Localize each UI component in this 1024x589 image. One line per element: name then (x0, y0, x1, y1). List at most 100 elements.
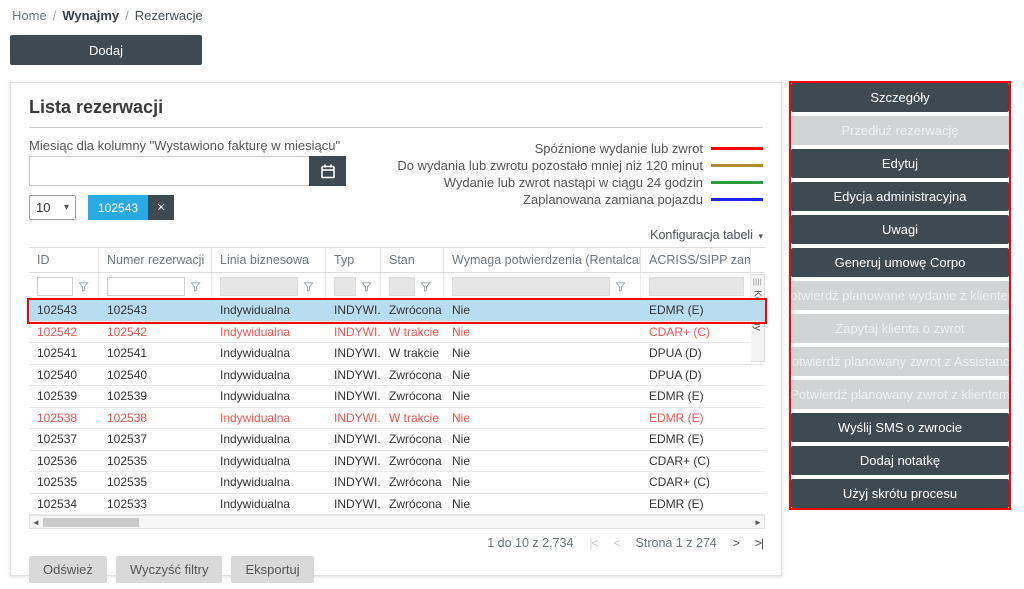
table-row[interactable]: 102543102543IndywidualnaINDYWI...Zwrócon… (29, 300, 765, 322)
table-cell-typ: INDYWI... (326, 386, 381, 407)
table-row[interactable]: 102537102537IndywidualnaINDYWI...Zwrócon… (29, 429, 765, 451)
filter-tag-value: 102543 (88, 195, 148, 220)
column-filter-input[interactable] (37, 277, 73, 296)
table-row[interactable]: 102534102533IndywidualnaINDYWI...Zwrócon… (29, 494, 765, 516)
table-cell-typ: INDYWI... (326, 322, 381, 343)
action-button[interactable]: Wyślij SMS o zwrocie (791, 413, 1009, 442)
export-button[interactable]: Eksportuj (231, 556, 313, 583)
scroll-left-icon[interactable]: ◄ (30, 518, 42, 527)
filter-funnel-icon[interactable] (78, 281, 89, 292)
range-text: 1 do 10 z 2,734 (487, 536, 573, 550)
table-cell-typ: INDYWI... (326, 343, 381, 364)
reservations-panel: Lista rezerwacji Miesiąc dla kolumny "Wy… (10, 82, 782, 576)
table-cell-acriss: DPUA (D) (641, 365, 751, 386)
month-filter-input[interactable] (29, 156, 309, 186)
column-filter-input[interactable] (107, 277, 185, 296)
filter-funnel-icon[interactable] (361, 281, 372, 292)
legend-color-line (711, 164, 763, 167)
filter-funnel-icon[interactable] (420, 281, 431, 292)
add-button[interactable]: Dodaj (10, 35, 202, 65)
horizontal-scrollbar[interactable]: ◄ ► (29, 515, 765, 529)
prev-page-button[interactable]: < (614, 536, 620, 550)
column-header[interactable]: Wymaga potwierdzenia (Rentalcars) (444, 248, 641, 272)
filter-cell (381, 273, 444, 299)
table-header-row: IDNumer rezerwacjiLinia biznesowaTypStan… (29, 247, 765, 273)
table-cell-acriss: EDMR (E) (641, 300, 751, 321)
table-row[interactable]: 102535102535IndywidualnaINDYWI...Zwrócon… (29, 472, 765, 494)
column-filter-input (220, 277, 298, 296)
page-title: Lista rezerwacji (29, 97, 763, 118)
table-config-row: Konfiguracja tabeli ▾ (29, 228, 763, 242)
action-button[interactable]: Dodaj notatkę (791, 446, 1009, 475)
legend-color-line (711, 181, 763, 184)
table-row[interactable]: 102540102540IndywidualnaINDYWI...Zwrócon… (29, 365, 765, 387)
filter-funnel-icon[interactable] (190, 281, 201, 292)
table-cell-wymaga: Nie (444, 429, 641, 450)
legend-item: Spóźnione wydanie lub zwrot (397, 140, 763, 157)
table-cell-acriss: CDAR+ (C) (641, 322, 751, 343)
table-cell-wymaga: Nie (444, 472, 641, 493)
legend-item: Do wydania lub zwrotu pozostało mniej ni… (397, 157, 763, 174)
table-cell-linia: Indywidualna (212, 343, 326, 364)
refresh-button[interactable]: Odśwież (29, 556, 107, 583)
column-header[interactable]: Stan (381, 248, 444, 272)
table-cell-numer: 102537 (99, 429, 212, 450)
column-header[interactable]: ACRISS/SIPP zamawiany (641, 248, 751, 272)
calendar-button[interactable] (309, 156, 346, 186)
filter-funnel-icon[interactable] (615, 281, 626, 292)
table-cell-wymaga: Nie (444, 386, 641, 407)
breadcrumb-wynajmy[interactable]: Wynajmy (62, 8, 119, 23)
table-row[interactable]: 102541102541IndywidualnaINDYWI...W trakc… (29, 343, 765, 365)
table-cell-typ: INDYWI... (326, 300, 381, 321)
action-button: Potwierdź planowany zwrot z klientem (791, 380, 1009, 409)
table-cell-id: 102540 (29, 365, 99, 386)
table-cell-numer: 102539 (99, 386, 212, 407)
table-cell-acriss: EDMR (E) (641, 494, 751, 515)
remove-filter-button[interactable]: ✕ (148, 195, 174, 220)
column-filter-input (389, 277, 415, 296)
legend-item: Wydanie lub zwrot nastąpi w ciągu 24 god… (397, 174, 763, 191)
scrollbar-thumb[interactable] (43, 518, 139, 527)
column-header[interactable]: Linia biznesowa (212, 248, 326, 272)
table-cell-stan: Zwrócona (381, 494, 444, 515)
column-header[interactable]: Typ (326, 248, 381, 272)
next-page-button[interactable]: > (733, 536, 739, 550)
table-row[interactable]: 102542102542IndywidualnaINDYWI...W trakc… (29, 322, 765, 344)
table-cell-stan: Zwrócona (381, 451, 444, 472)
table-cell-wymaga: Nie (444, 451, 641, 472)
table-cell-wymaga: Nie (444, 408, 641, 429)
clear-filters-button[interactable]: Wyczyść filtry (116, 556, 223, 583)
table-cell-typ: INDYWI... (326, 429, 381, 450)
column-filter-input (452, 277, 610, 296)
filter-funnel-icon[interactable] (303, 281, 314, 292)
table-config-link[interactable]: Konfiguracja tabeli ▾ (650, 228, 763, 242)
column-header[interactable]: Numer rezerwacji (99, 248, 212, 272)
table-cell-typ: INDYWI... (326, 365, 381, 386)
scroll-right-icon[interactable]: ► (752, 518, 764, 527)
action-button[interactable]: Uwagi (791, 215, 1009, 244)
page-indicator: Strona 1 z 274 (636, 536, 717, 550)
table-row[interactable]: 102539102539IndywidualnaINDYWI...Zwrócon… (29, 386, 765, 408)
breadcrumb-home[interactable]: Home (12, 8, 47, 23)
filter-and-legend-row: Miesiąc dla kolumny "Wystawiono fakturę … (29, 128, 763, 220)
last-page-button[interactable]: >| (755, 536, 763, 550)
table-cell-stan: Zwrócona (381, 472, 444, 493)
action-button[interactable]: Edytuj (791, 149, 1009, 178)
table-cell-id: 102538 (29, 408, 99, 429)
breadcrumb-rezerwacje[interactable]: Rezerwacje (135, 8, 203, 23)
table-cell-numer: 102543 (99, 300, 212, 321)
action-button[interactable]: Edycja administracyjna (791, 182, 1009, 211)
legend-label: Do wydania lub zwrotu pozostało mniej ni… (397, 158, 703, 173)
action-button[interactable]: Szczegóły (791, 83, 1009, 112)
action-button[interactable]: Generuj umowę Corpo (791, 248, 1009, 277)
table-cell-wymaga: Nie (444, 343, 641, 364)
column-header[interactable]: ID (29, 248, 99, 272)
table-row[interactable]: 102538102538IndywidualnaINDYWI...W trakc… (29, 408, 765, 430)
page-size-select[interactable]: 10 ▾ (29, 195, 76, 220)
table-cell-acriss: DPUA (D) (641, 343, 751, 364)
action-button[interactable]: Użyj skrótu procesu (791, 479, 1009, 508)
table-row[interactable]: 102536102535IndywidualnaINDYWI...Zwrócon… (29, 451, 765, 473)
table-cell-numer: 102535 (99, 451, 212, 472)
first-page-button[interactable]: |< (589, 536, 597, 550)
filter-cell (641, 273, 751, 299)
